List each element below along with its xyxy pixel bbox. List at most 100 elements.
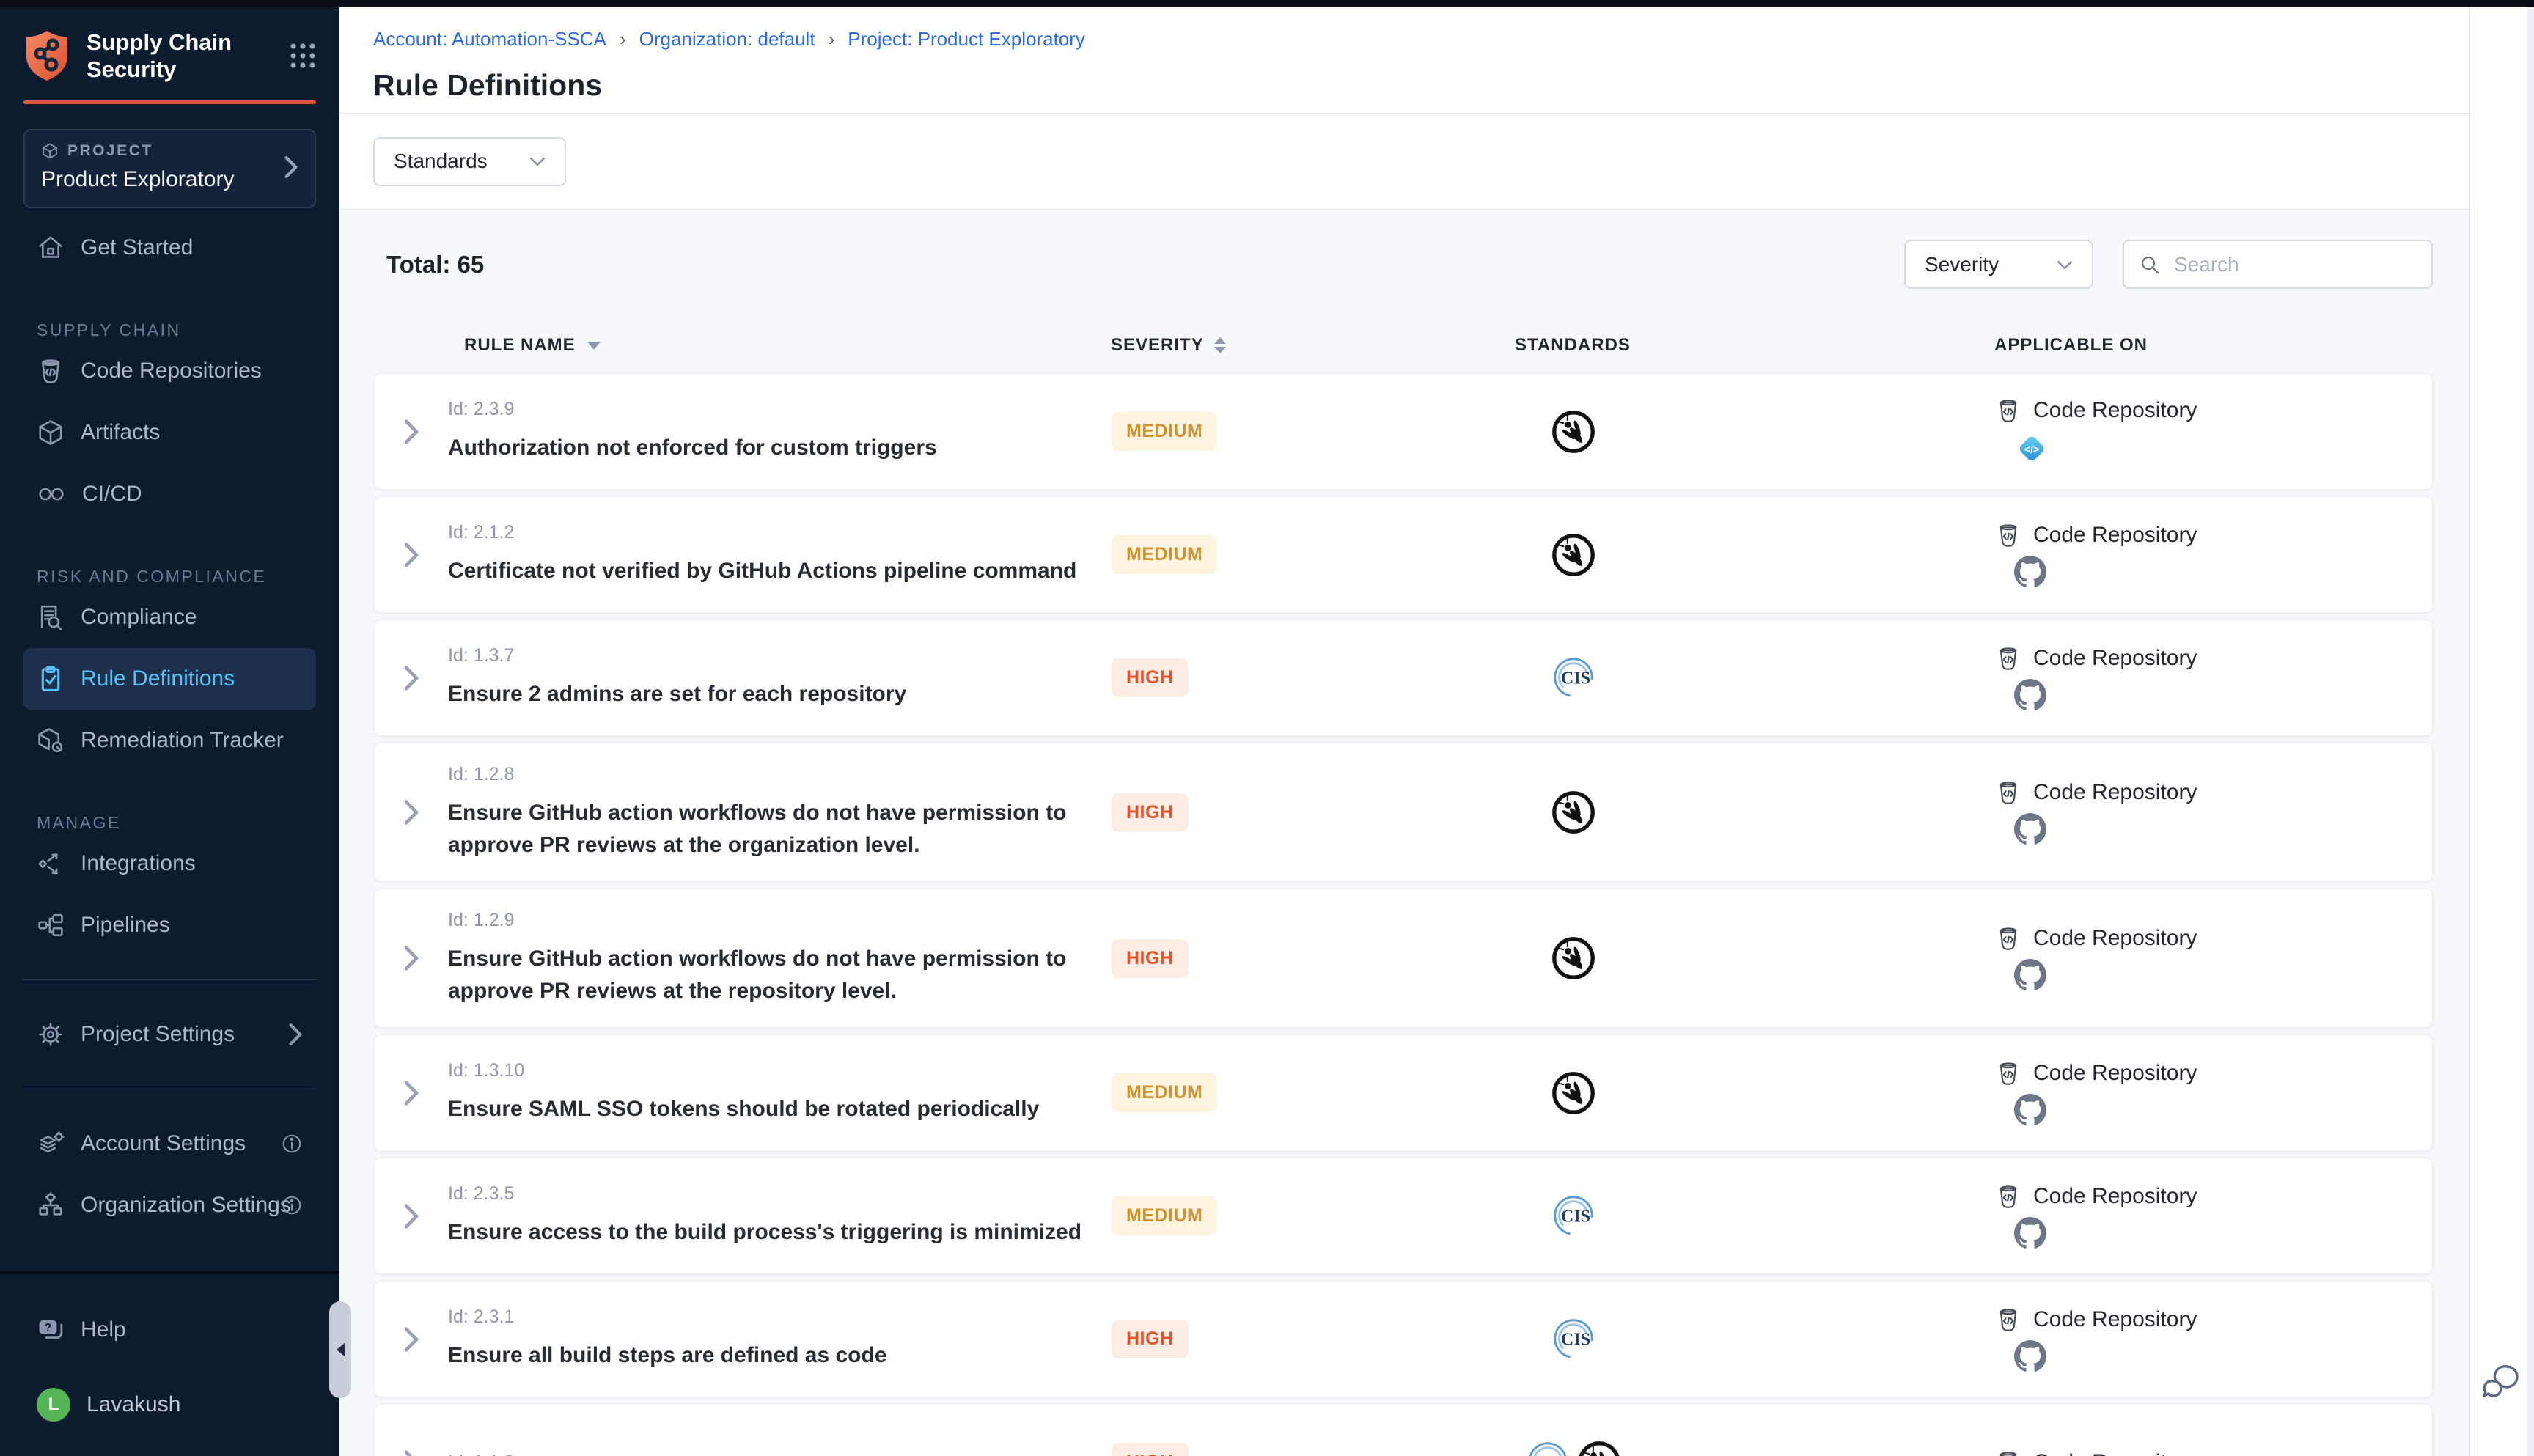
search-box [2123, 240, 2433, 289]
standards-dropdown[interactable]: Standards [373, 137, 566, 186]
sidebar-nav: Get Started SUPPLY CHAINCode Repositories… [0, 217, 339, 1236]
rule-id: Id: 1.2.8 [448, 764, 1094, 785]
svg-text:CIS: CIS [1561, 1329, 1590, 1349]
nav-section-risk-and-compliance: RISK AND COMPLIANCE [23, 553, 316, 587]
rule-row[interactable]: Id: 1.1.9 HIGH CIS Code Repository [374, 1404, 2433, 1456]
rule-id: Id: 1.2.9 [448, 910, 1094, 931]
breadcrumb-link-account[interactable]: Account: Automation-SSCA [373, 28, 606, 51]
sidebar-item-project-settings[interactable]: Project Settings [23, 1004, 316, 1065]
expand-row-button[interactable] [396, 534, 427, 576]
column-header-standards: STANDARDS [1515, 335, 1631, 356]
expand-row-button[interactable] [396, 1442, 427, 1456]
column-header-label: RULE NAME [464, 335, 576, 356]
severity-cell: MEDIUM [1112, 1196, 1420, 1235]
rule-name: Certificate not verified by GitHub Actio… [448, 555, 1094, 587]
rule-row[interactable]: Id: 2.1.2Certificate not verified by Git… [374, 496, 2433, 613]
severity-badge: MEDIUM [1112, 535, 1217, 574]
applicable-on-label: Code Repository [2033, 1061, 2197, 1086]
breadcrumb-separator-icon: › [620, 28, 626, 51]
support-chat-launcher-icon[interactable] [2480, 1362, 2523, 1403]
sidebar-item-label: Pipelines [81, 913, 303, 938]
scrollbar-track[interactable] [2527, 7, 2534, 1456]
breadcrumb-link-organization[interactable]: Organization: default [639, 28, 815, 51]
rule-row[interactable]: Id: 2.3.9Authorization not enforced for … [374, 373, 2433, 490]
repo-bucket-icon [1995, 1060, 2021, 1087]
row-chevron-icon [403, 945, 419, 971]
breadcrumb-link-project[interactable]: Project: Product Exploratory [848, 28, 1085, 51]
owasp-icon [1575, 1438, 1623, 1456]
severity-badge: MEDIUM [1112, 412, 1217, 451]
applicable-on-cell: Code Repository</> [1727, 397, 2432, 466]
app-title: Supply Chain Security [87, 29, 232, 83]
sidebar-item-label: Get Started [81, 235, 303, 260]
column-header-severity[interactable]: SEVERITY [1111, 335, 1419, 356]
module-switcher-grid-icon[interactable] [288, 41, 317, 70]
cis-icon: CIS [1524, 1438, 1572, 1456]
rule-name: Ensure 2 admins are set for each reposit… [448, 678, 1094, 710]
user-menu[interactable]: L Lavakush [23, 1374, 316, 1435]
rule-row[interactable]: Id: 2.3.5Ensure access to the build proc… [374, 1158, 2433, 1274]
standards-cell [1549, 788, 1598, 837]
rule-name: Ensure all build steps are defined as co… [448, 1339, 1094, 1372]
rule-name: Ensure SAML SSO tokens should be rotated… [448, 1093, 1094, 1125]
column-header-label: STANDARDS [1515, 335, 1631, 355]
rule-id: Id: 1.3.10 [448, 1060, 1094, 1081]
expand-row-button[interactable] [396, 1319, 427, 1360]
severity-filter-dropdown[interactable]: Severity [1904, 240, 2093, 289]
sidebar-collapse-handle[interactable] [329, 1301, 351, 1398]
sidebar-item-label: Remediation Tracker [81, 728, 303, 753]
severity-cell: MEDIUM [1112, 535, 1420, 574]
search-input[interactable] [2173, 252, 2417, 277]
sidebar-item-remediation-tracker[interactable]: Remediation Tracker [23, 710, 316, 771]
rule-row[interactable]: Id: 1.2.8Ensure GitHub action workflows … [374, 743, 2433, 882]
rule-name-cell: Id: 1.3.10 Ensure SAML SSO tokens should … [448, 1040, 1112, 1146]
sidebar-item-ci-cd[interactable]: CI/CD [23, 463, 316, 525]
expand-row-button[interactable] [396, 1196, 427, 1237]
sidebar-item-artifacts[interactable]: Artifacts [23, 402, 316, 463]
severity-cell: HIGH [1112, 1443, 1420, 1456]
severity-cell: MEDIUM [1112, 412, 1420, 451]
sidebar-item-help[interactable]: ? Help [23, 1299, 316, 1361]
sidebar-item-get-started[interactable]: Get Started [23, 217, 316, 279]
expand-row-button[interactable] [396, 792, 427, 833]
sidebar-item-compliance[interactable]: Compliance [23, 587, 316, 648]
sidebar-item-label: Artifacts [81, 420, 303, 445]
applicable-on-cell: Code Repository [1727, 779, 2432, 845]
github-icon [2014, 1094, 2046, 1126]
column-header-rule-name[interactable]: RULE NAME [447, 335, 1111, 356]
standards-dropdown-value: Standards [394, 150, 488, 173]
expand-row-button[interactable] [396, 938, 427, 979]
main-content: Account: Automation-SSCA › Organization: d… [339, 7, 2470, 1456]
project-selector[interactable]: PROJECT Product Exploratory [23, 129, 316, 208]
rule-id: Id: 2.3.5 [448, 1183, 1094, 1205]
sidebar-item-integrations[interactable]: Integrations [23, 833, 316, 894]
rule-row[interactable]: Id: 1.3.10 Ensure SAML SSO tokens should … [374, 1034, 2433, 1151]
standards-cell: CIS [1549, 1192, 1598, 1240]
rule-row[interactable]: Id: 2.3.1 Ensure all build steps are defi… [374, 1281, 2433, 1397]
applicable-on-label: Code Repository [2033, 780, 2197, 805]
expand-row-button[interactable] [396, 658, 427, 699]
cis-icon: CIS [1549, 1192, 1598, 1240]
rule-row[interactable]: Id: 1.3.7Ensure 2 admins are set for eac… [374, 619, 2433, 736]
help-label: Help [81, 1317, 303, 1342]
nav-section-supply-chain: SUPPLY CHAIN [23, 306, 316, 340]
sidebar-item-account-settings[interactable]: Account Settings [23, 1113, 316, 1174]
github-icon [2014, 679, 2046, 711]
pipelines-icon [37, 911, 65, 939]
sidebar-item-organization-settings[interactable]: Organization Settings [23, 1174, 316, 1236]
sidebar: Supply Chain Security [0, 7, 339, 1456]
rule-id: Id: 2.3.1 [448, 1306, 1094, 1328]
rule-row[interactable]: Id: 1.2.9Ensure GitHub action workflows … [374, 889, 2433, 1028]
rule-id: Id: 1.1.9 [448, 1452, 1094, 1456]
layers-gear-icon [37, 1130, 65, 1158]
applicable-on-label: Code Repository [2033, 1450, 2197, 1456]
standards-cell [1549, 934, 1598, 982]
sidebar-item-code-repositories[interactable]: Code Repositories [23, 340, 316, 402]
rule-id: Id: 2.3.9 [448, 399, 1094, 420]
sidebar-item-rule-definitions[interactable]: Rule Definitions [23, 648, 316, 710]
expand-row-button[interactable] [396, 1073, 427, 1114]
expand-row-button[interactable] [396, 411, 427, 452]
sidebar-item-pipelines[interactable]: Pipelines [23, 894, 316, 956]
sidebar-bottom-section: ? Help L Lavakush [0, 1271, 339, 1456]
severity-badge: HIGH [1112, 658, 1189, 697]
